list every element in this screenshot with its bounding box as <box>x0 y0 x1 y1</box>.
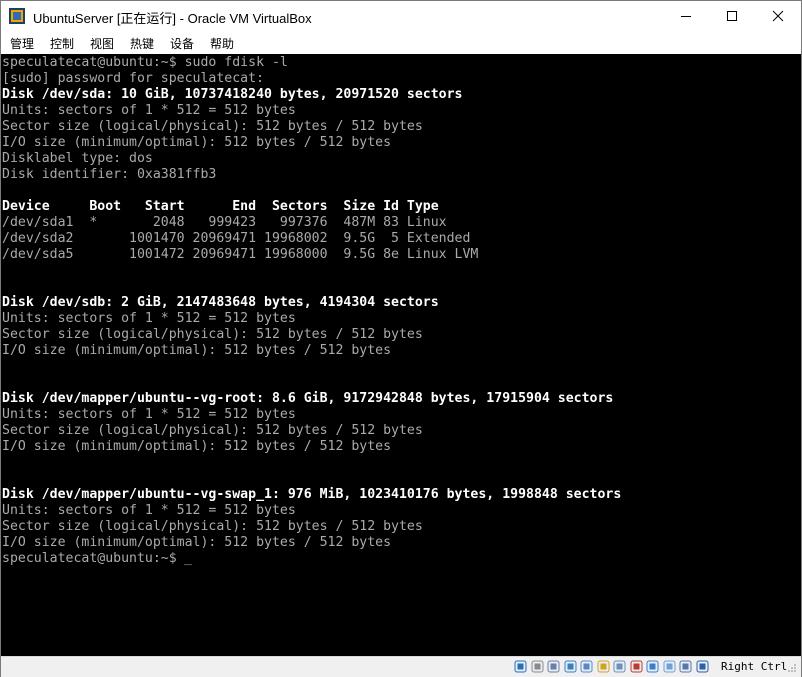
shared-folders-icon[interactable] <box>597 660 610 673</box>
terminal-line: I/O size (minimum/optimal): 512 bytes / … <box>2 343 392 358</box>
display-icon[interactable] <box>613 660 626 673</box>
terminal-line: I/O size (minimum/optimal): 512 bytes / … <box>2 135 392 150</box>
maximize-button[interactable] <box>709 1 755 31</box>
terminal-line: [sudo] password for speculatecat: <box>2 71 265 86</box>
menu-item-devices[interactable]: 设备 <box>170 35 194 52</box>
usb-icon[interactable] <box>580 660 593 673</box>
terminal-line: speculatecat@ubuntu:~$ sudo fdisk -l <box>2 55 288 70</box>
terminal-line: speculatecat@ubuntu:~$ <box>2 551 177 566</box>
resize-grip-icon[interactable] <box>787 663 797 673</box>
menu-bar: 管理 控制 视图 热键 设备 帮助 <box>1 31 801 54</box>
optical-drive-icon[interactable] <box>531 660 544 673</box>
close-icon <box>772 10 784 22</box>
terminal-line: I/O size (minimum/optimal): 512 bytes / … <box>2 439 392 454</box>
cpu-icon[interactable] <box>663 660 676 673</box>
menu-item-control[interactable]: 控制 <box>50 35 74 52</box>
terminal-line: Units: sectors of 1 * 512 = 512 bytes <box>2 311 296 326</box>
terminal-line: Units: sectors of 1 * 512 = 512 bytes <box>2 103 296 118</box>
terminal-line: Disk /dev/sdb: 2 GiB, 2147483648 bytes, … <box>2 295 439 310</box>
virtualbox-app-icon[interactable] <box>8 7 26 25</box>
host-key-label[interactable]: Right Ctrl <box>721 660 787 673</box>
keyboard-capture-icon[interactable] <box>696 660 709 673</box>
video-capture-icon[interactable] <box>630 660 643 673</box>
guest-additions-icon[interactable] <box>646 660 659 673</box>
menu-item-hotkeys[interactable]: 热键 <box>130 35 154 52</box>
network-icon[interactable] <box>564 660 577 673</box>
hard-disk-icon[interactable] <box>514 660 527 673</box>
terminal-line: Disk /dev/mapper/ubuntu--vg-swap_1: 976 … <box>2 487 622 502</box>
virtualbox-window: UbuntuServer [正在运行] - Oracle VM VirtualB… <box>0 0 802 677</box>
maximize-icon <box>727 11 737 21</box>
vm-console-screen[interactable]: speculatecat@ubuntu:~$ sudo fdisk -l [sud… <box>1 54 801 656</box>
terminal-line: Sector size (logical/physical): 512 byte… <box>2 327 423 342</box>
terminal-line: Units: sectors of 1 * 512 = 512 bytes <box>2 407 296 422</box>
terminal-line: Sector size (logical/physical): 512 byte… <box>2 519 423 534</box>
terminal-line: /dev/sda2 1001470 20969471 19968002 9.5G… <box>2 231 471 246</box>
minimize-icon <box>681 16 691 17</box>
status-bar: Right Ctrl <box>1 656 801 677</box>
terminal-line: Disk identifier: 0xa381ffb3 <box>2 167 217 182</box>
terminal-cursor: _ <box>184 551 192 566</box>
menu-item-view[interactable]: 视图 <box>90 35 114 52</box>
terminal-line: /dev/sda5 1001472 20969471 19968000 9.5G… <box>2 247 479 262</box>
terminal-line: Device Boot Start End Sectors Size Id Ty… <box>2 199 439 214</box>
close-button[interactable] <box>755 1 801 31</box>
terminal-line: Disk /dev/sda: 10 GiB, 10737418240 bytes… <box>2 87 463 102</box>
title-bar[interactable]: UbuntuServer [正在运行] - Oracle VM VirtualB… <box>1 1 801 31</box>
terminal-line: Sector size (logical/physical): 512 byte… <box>2 119 423 134</box>
terminal-line: I/O size (minimum/optimal): 512 bytes / … <box>2 535 392 550</box>
mouse-integration-icon[interactable] <box>679 660 692 673</box>
terminal-line: /dev/sda1 * 2048 999423 997376 487M 83 L… <box>2 215 447 230</box>
menu-item-manage[interactable]: 管理 <box>10 35 34 52</box>
terminal-line: Disklabel type: dos <box>2 151 153 166</box>
terminal-line: Sector size (logical/physical): 512 byte… <box>2 423 423 438</box>
menu-item-help[interactable]: 帮助 <box>210 35 234 52</box>
minimize-button[interactable] <box>663 1 709 31</box>
terminal-line: Units: sectors of 1 * 512 = 512 bytes <box>2 503 296 518</box>
window-title: UbuntuServer [正在运行] - Oracle VM VirtualB… <box>33 11 312 26</box>
terminal-line: Disk /dev/mapper/ubuntu--vg-root: 8.6 Gi… <box>2 391 614 406</box>
audio-icon[interactable] <box>547 660 560 673</box>
